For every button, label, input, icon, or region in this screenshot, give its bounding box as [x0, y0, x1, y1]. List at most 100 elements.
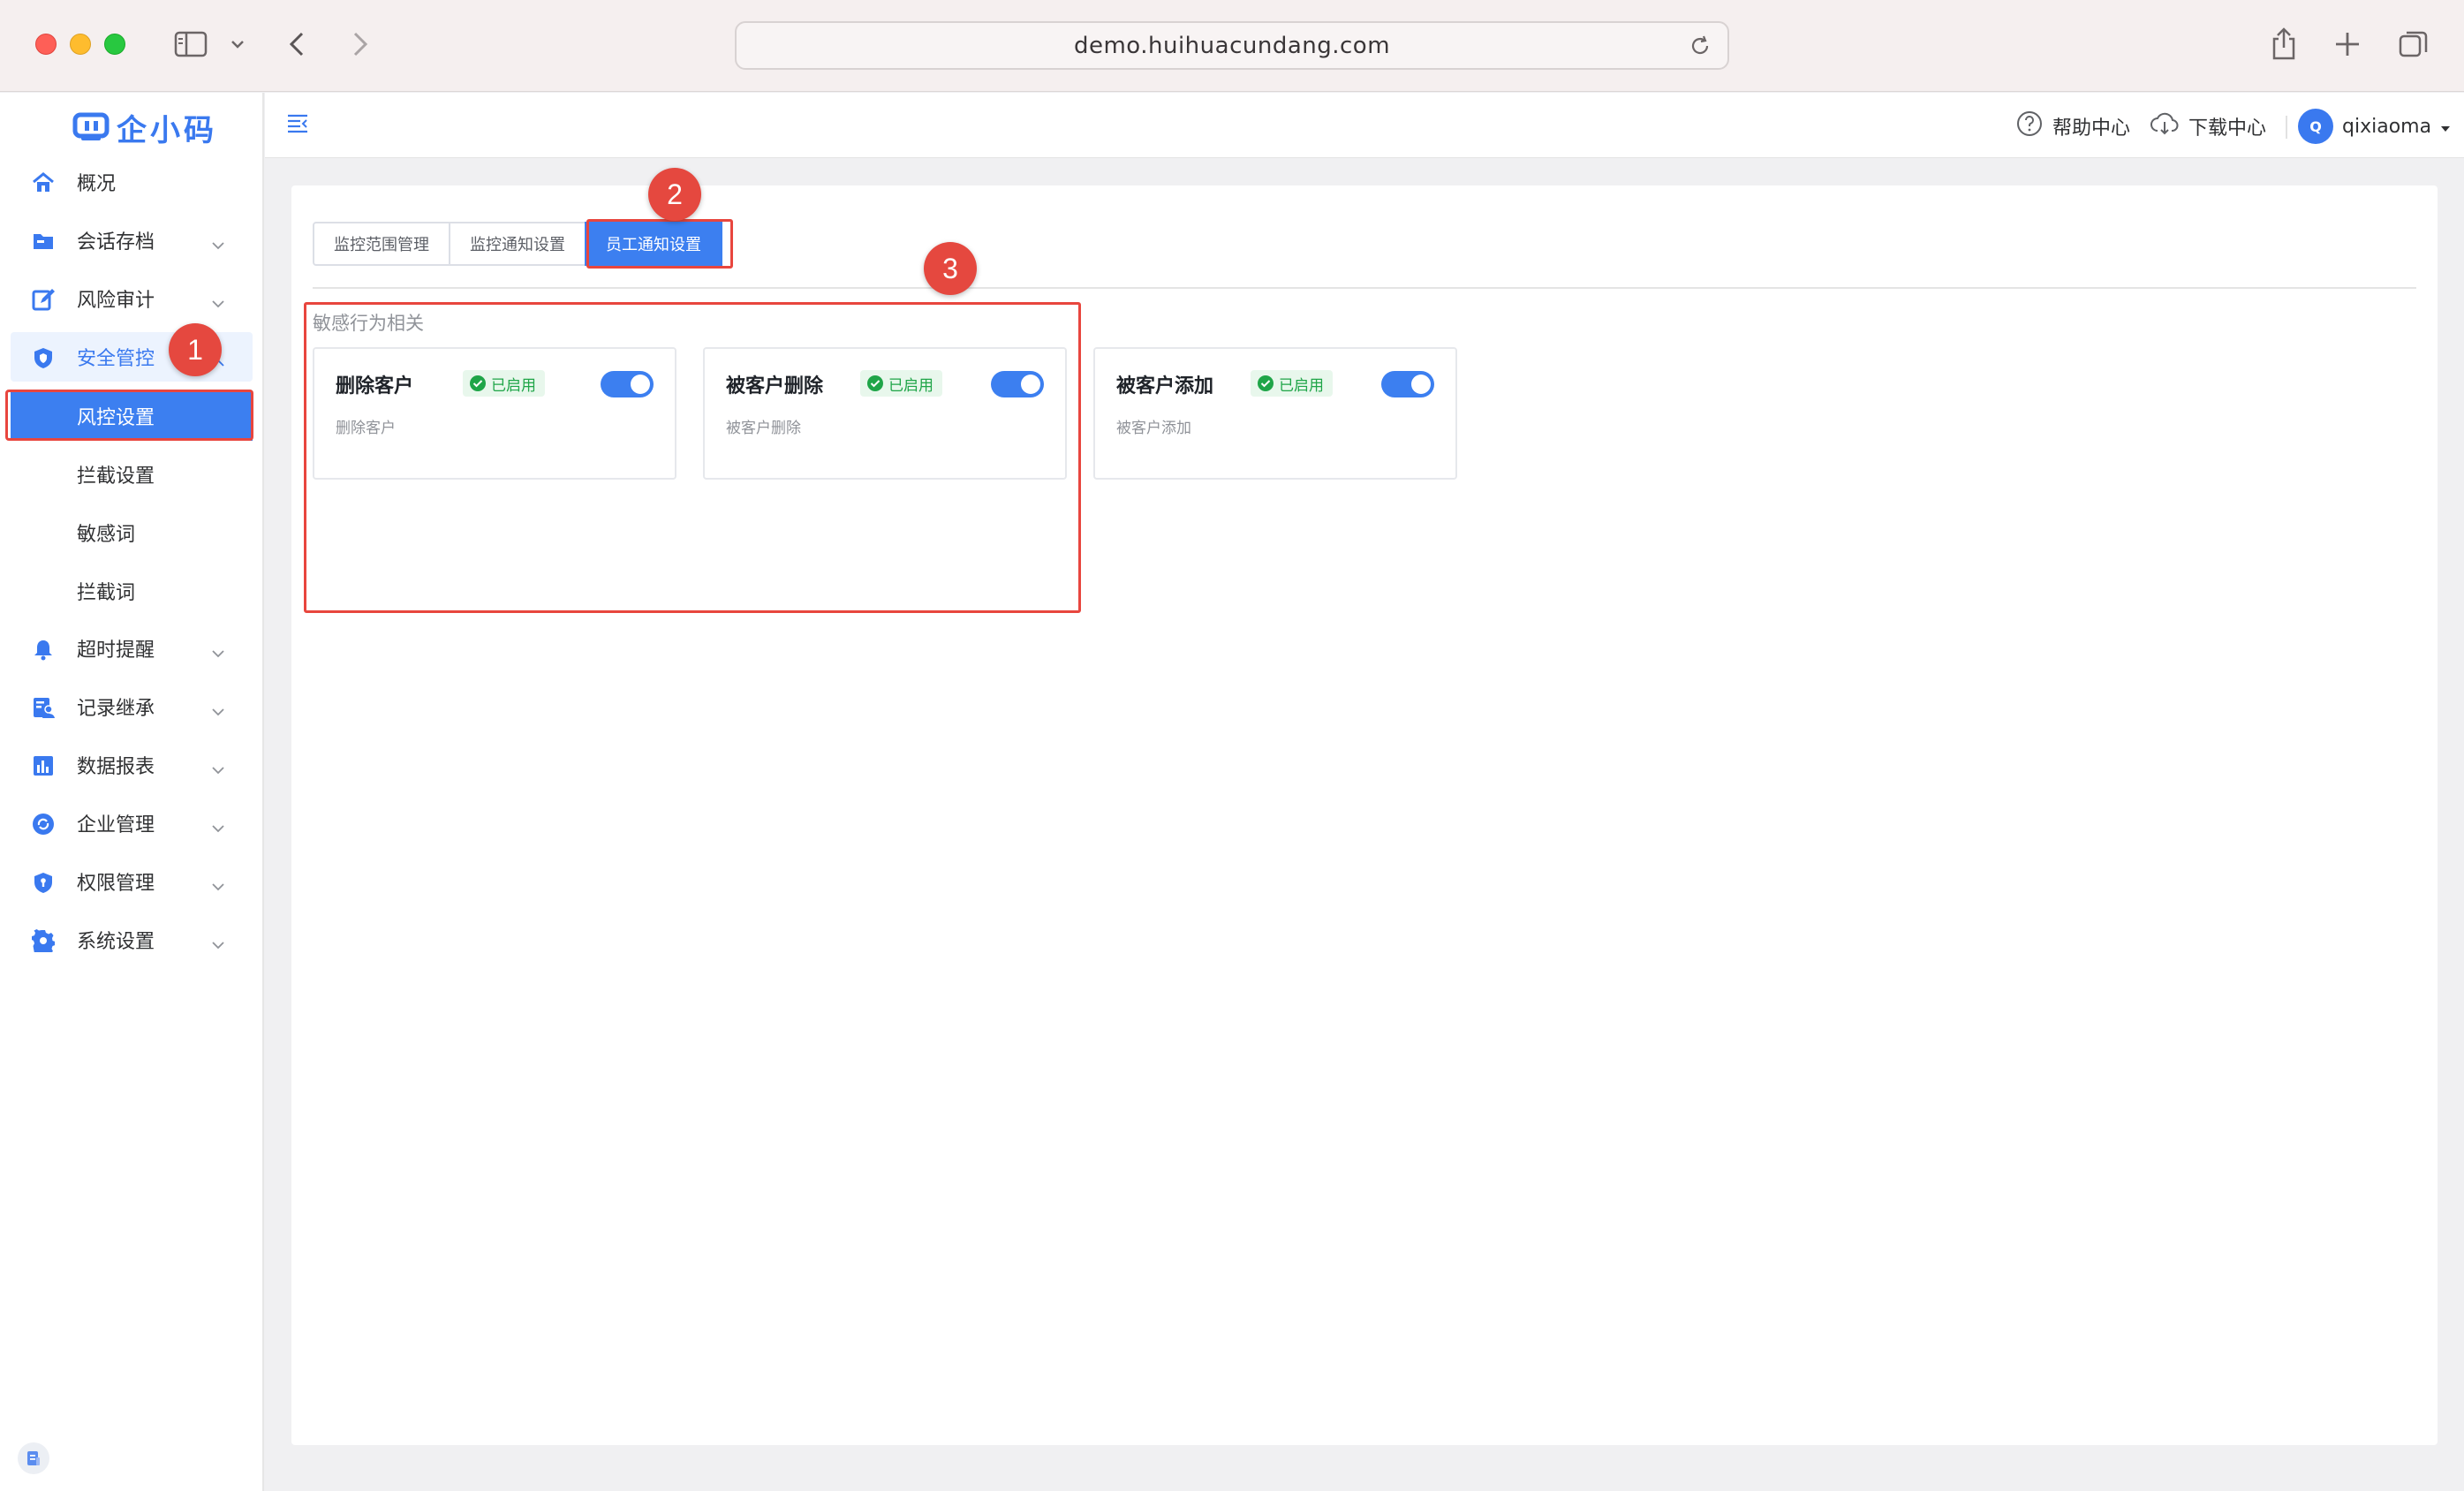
download-center-link[interactable]: 下载中心: [2150, 109, 2266, 144]
user-menu[interactable]: Q qixiaoma: [2298, 109, 2451, 144]
tab-overview-icon[interactable]: [2395, 23, 2432, 65]
sidebar-item-label: 企业管理: [77, 814, 155, 836]
browser-toolbar: demo.huihuacundang.com: [0, 0, 2464, 92]
setting-card-delete-customer: 删除客户 已启用 删除客户: [313, 347, 676, 480]
highlight-box-step-1: [5, 390, 253, 441]
document-icon[interactable]: [18, 1442, 49, 1474]
zoom-window-button[interactable]: [104, 34, 125, 55]
gear-icon: [32, 929, 56, 956]
card-description: 被客户添加: [1116, 420, 1191, 437]
sidebar-item-overview[interactable]: 概况: [11, 157, 253, 207]
logo-text: 企小码: [117, 112, 217, 148]
sidebar-subitem-label: 拦截词: [77, 582, 136, 604]
folder-icon: [32, 230, 55, 253]
card-title: 删除客户: [336, 375, 414, 397]
help-center-link[interactable]: 帮助中心: [2015, 109, 2130, 144]
toggle-knob: [1411, 375, 1431, 394]
reload-icon[interactable]: [1689, 34, 1712, 62]
chevron-down-icon: [212, 641, 224, 663]
check-circle-icon: [470, 375, 486, 391]
step-marker-3: 3: [924, 242, 977, 295]
back-icon[interactable]: [281, 23, 313, 65]
toggle-knob: [1021, 375, 1040, 394]
card-title: 被客户删除: [726, 375, 824, 397]
edit-icon: [32, 288, 55, 311]
forward-icon[interactable]: [344, 23, 376, 65]
status-text: 已启用: [1279, 376, 1324, 395]
url-text: demo.huihuacundang.com: [1073, 32, 1391, 59]
sidebar-subitem-label: 拦截设置: [77, 465, 155, 488]
cloud-download-icon: [2150, 110, 2180, 142]
enable-toggle[interactable]: [991, 371, 1044, 397]
sidebar-item-record-inherit[interactable]: 记录继承: [11, 682, 253, 731]
user-record-icon: [32, 696, 55, 719]
app-header: 帮助中心 下载中心 Q qixiaoma: [265, 93, 2464, 158]
avatar: Q: [2298, 109, 2333, 144]
check-circle-icon: [1258, 375, 1274, 391]
sidebar-item-permissions[interactable]: 权限管理: [11, 857, 253, 906]
chevron-down-icon: [212, 758, 224, 780]
collapse-menu-icon[interactable]: [286, 112, 309, 137]
sidebar-item-data-reports[interactable]: 数据报表: [11, 740, 253, 790]
new-tab-icon[interactable]: [2330, 23, 2365, 65]
tab-monitor-scope[interactable]: 监控范围管理: [313, 222, 450, 266]
sidebar: 企小码 概况 会话存档 风险审计 安全管控 风控设置 拦截设置 敏感词 拦截词 …: [0, 93, 264, 1491]
sidebar-item-system-settings[interactable]: 系统设置: [11, 915, 253, 965]
sidebar-subitem-label: 敏感词: [77, 524, 136, 546]
enable-toggle[interactable]: [601, 371, 654, 397]
download-center-label: 下载中心: [2188, 117, 2267, 140]
status-badge: 已启用: [860, 370, 942, 397]
help-circle-icon: [2015, 110, 2044, 143]
bar-chart-icon: [32, 754, 55, 777]
chevron-down-icon: [212, 233, 224, 255]
sidebar-item-label: 概况: [77, 173, 117, 195]
sidebar-item-label: 会话存档: [77, 231, 155, 254]
tab-bar: 监控范围管理 监控通知设置 员工通知设置: [313, 222, 722, 266]
username: qixiaoma: [2342, 115, 2432, 138]
sidebar-subitem-block-settings[interactable]: 拦截设置: [11, 450, 253, 499]
address-bar[interactable]: demo.huihuacundang.com: [735, 21, 1729, 70]
sidebar-subitem-block-words[interactable]: 拦截词: [11, 566, 253, 616]
card-description: 被客户删除: [726, 420, 801, 437]
sidebar-toggle-icon[interactable]: [170, 23, 212, 65]
minimize-window-button[interactable]: [70, 34, 91, 55]
sidebar-item-label: 风险审计: [77, 290, 155, 312]
sidebar-item-timeout-reminder[interactable]: 超时提醒: [11, 624, 253, 673]
sidebar-item-enterprise[interactable]: 企业管理: [11, 798, 253, 848]
card-description: 删除客户: [336, 420, 396, 437]
status-text: 已启用: [888, 376, 933, 395]
share-icon[interactable]: [2266, 23, 2301, 65]
sidebar-subitem-sensitive-words[interactable]: 敏感词: [11, 508, 253, 557]
sidebar-item-label: 安全管控: [77, 348, 155, 370]
status-badge: 已启用: [463, 370, 545, 397]
toggle-knob: [631, 375, 650, 394]
shield-lock-icon: [32, 871, 55, 894]
chevron-down-icon: [212, 933, 224, 955]
sidebar-item-label: 超时提醒: [77, 640, 155, 662]
tab-employee-notification[interactable]: 员工通知设置: [585, 222, 722, 266]
step-marker-1: 1: [169, 323, 222, 376]
chevron-down-icon: [212, 874, 224, 897]
enable-toggle[interactable]: [1381, 371, 1434, 397]
close-window-button[interactable]: [35, 34, 57, 55]
sidebar-item-risk-audit[interactable]: 风险审计: [11, 274, 253, 323]
bell-icon: [32, 638, 55, 661]
logo: 企小码: [72, 105, 217, 149]
step-marker-2: 2: [648, 168, 701, 221]
sidebar-item-label: 系统设置: [77, 931, 155, 953]
header-divider: [2286, 116, 2287, 139]
card-title: 被客户添加: [1116, 375, 1214, 397]
caret-down-icon: [2440, 116, 2451, 138]
logo-icon: [72, 112, 110, 140]
chevron-down-icon[interactable]: [224, 23, 251, 65]
shield-icon: [32, 346, 55, 369]
sidebar-item-archive[interactable]: 会话存档: [11, 216, 253, 265]
home-icon: [32, 171, 55, 194]
refresh-circle-icon: [32, 813, 55, 836]
setting-card-added-by-customer: 被客户添加 已启用 被客户添加: [1093, 347, 1457, 480]
chevron-down-icon: [212, 291, 224, 314]
setting-card-deleted-by-customer: 被客户删除 已启用 被客户删除: [703, 347, 1067, 480]
tab-monitor-notification[interactable]: 监控通知设置: [449, 222, 586, 266]
status-text: 已启用: [491, 376, 536, 395]
chevron-down-icon: [212, 700, 224, 722]
